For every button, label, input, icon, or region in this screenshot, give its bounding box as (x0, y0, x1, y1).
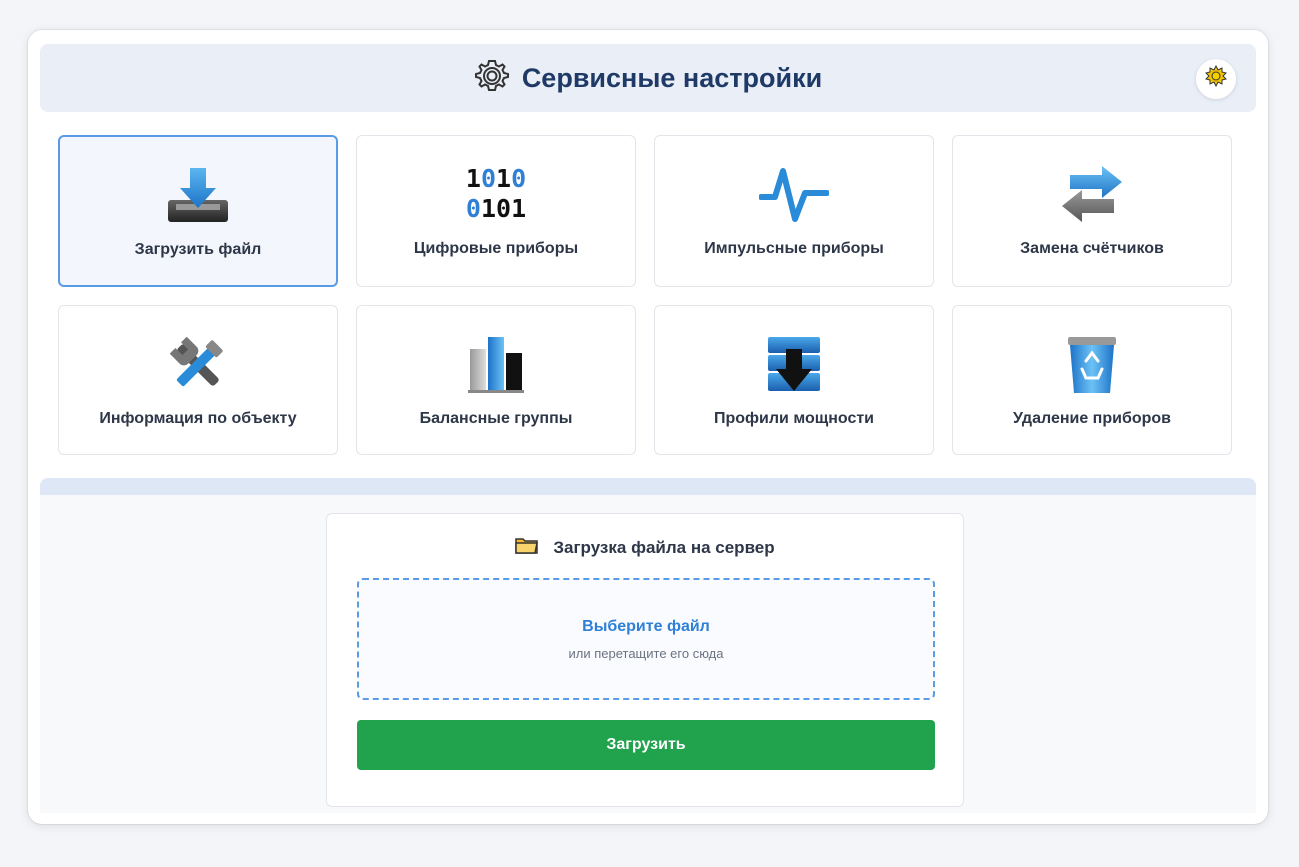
tile-label: Цифровые приборы (413, 240, 579, 257)
file-dropzone[interactable]: Выберите файл или перетащите его сюда (357, 578, 935, 700)
recycle-bin-icon (1052, 334, 1132, 396)
sun-icon (1204, 64, 1228, 94)
tile-upload-file[interactable]: Загрузить файл (58, 135, 338, 287)
dropzone-hint: или перетащите его сюда (568, 645, 724, 661)
gear-icon (474, 58, 510, 99)
upload-button[interactable]: Загрузить (357, 720, 935, 770)
upload-title-text: Загрузка файла на сервер (553, 537, 775, 557)
section-divider (40, 478, 1256, 496)
tiles-grid: Загрузить файл 1010 0101 Цифровые прибор… (58, 135, 1232, 455)
tile-pulse-devices[interactable]: Импульсные приборы (654, 135, 934, 287)
tile-power-profiles[interactable]: Профили мощности (654, 305, 934, 455)
upload-card: Загрузка файла на сервер Выберите файл и… (326, 513, 964, 807)
tile-label: Импульсные приборы (704, 240, 884, 257)
tile-delete-devices[interactable]: Удаление приборов (952, 305, 1232, 455)
app-window: Сервисные настройки Загрузить файл 1010 … (28, 30, 1268, 824)
swap-arrows-icon (1052, 164, 1132, 226)
svg-text:1010: 1010 (466, 165, 526, 193)
tile-label: Балансные группы (419, 410, 573, 427)
binary-icon: 1010 0101 (456, 164, 536, 226)
choose-file-link[interactable]: Выберите файл (582, 618, 710, 636)
tile-label: Профили мощности (713, 410, 875, 427)
tile-label: Загрузить файл (134, 241, 262, 258)
tile-object-info[interactable]: Информация по объекту (58, 305, 338, 455)
pulse-icon (754, 164, 834, 226)
upload-card-title: Загрузка файла на сервер (327, 536, 963, 559)
tile-label: Удаление приборов (1012, 410, 1171, 427)
page-title: Сервисные настройки (521, 62, 823, 93)
tile-label: Замена счётчиков (1020, 240, 1164, 257)
tile-digital-devices[interactable]: 1010 0101 Цифровые приборы (356, 135, 636, 287)
download-tray-icon (158, 165, 238, 227)
svg-text:0101: 0101 (466, 194, 526, 223)
database-download-icon (754, 334, 834, 396)
theme-toggle-button[interactable] (1196, 59, 1236, 99)
folder-icon (515, 536, 539, 559)
tools-icon (158, 334, 238, 396)
tile-meter-replacement[interactable]: Замена счётчиков (952, 135, 1232, 287)
tile-label: Информация по объекту (99, 410, 297, 427)
header-bar: Сервисные настройки (40, 44, 1256, 112)
bar-chart-icon (456, 334, 536, 396)
tile-balance-groups[interactable]: Балансные группы (356, 305, 636, 455)
